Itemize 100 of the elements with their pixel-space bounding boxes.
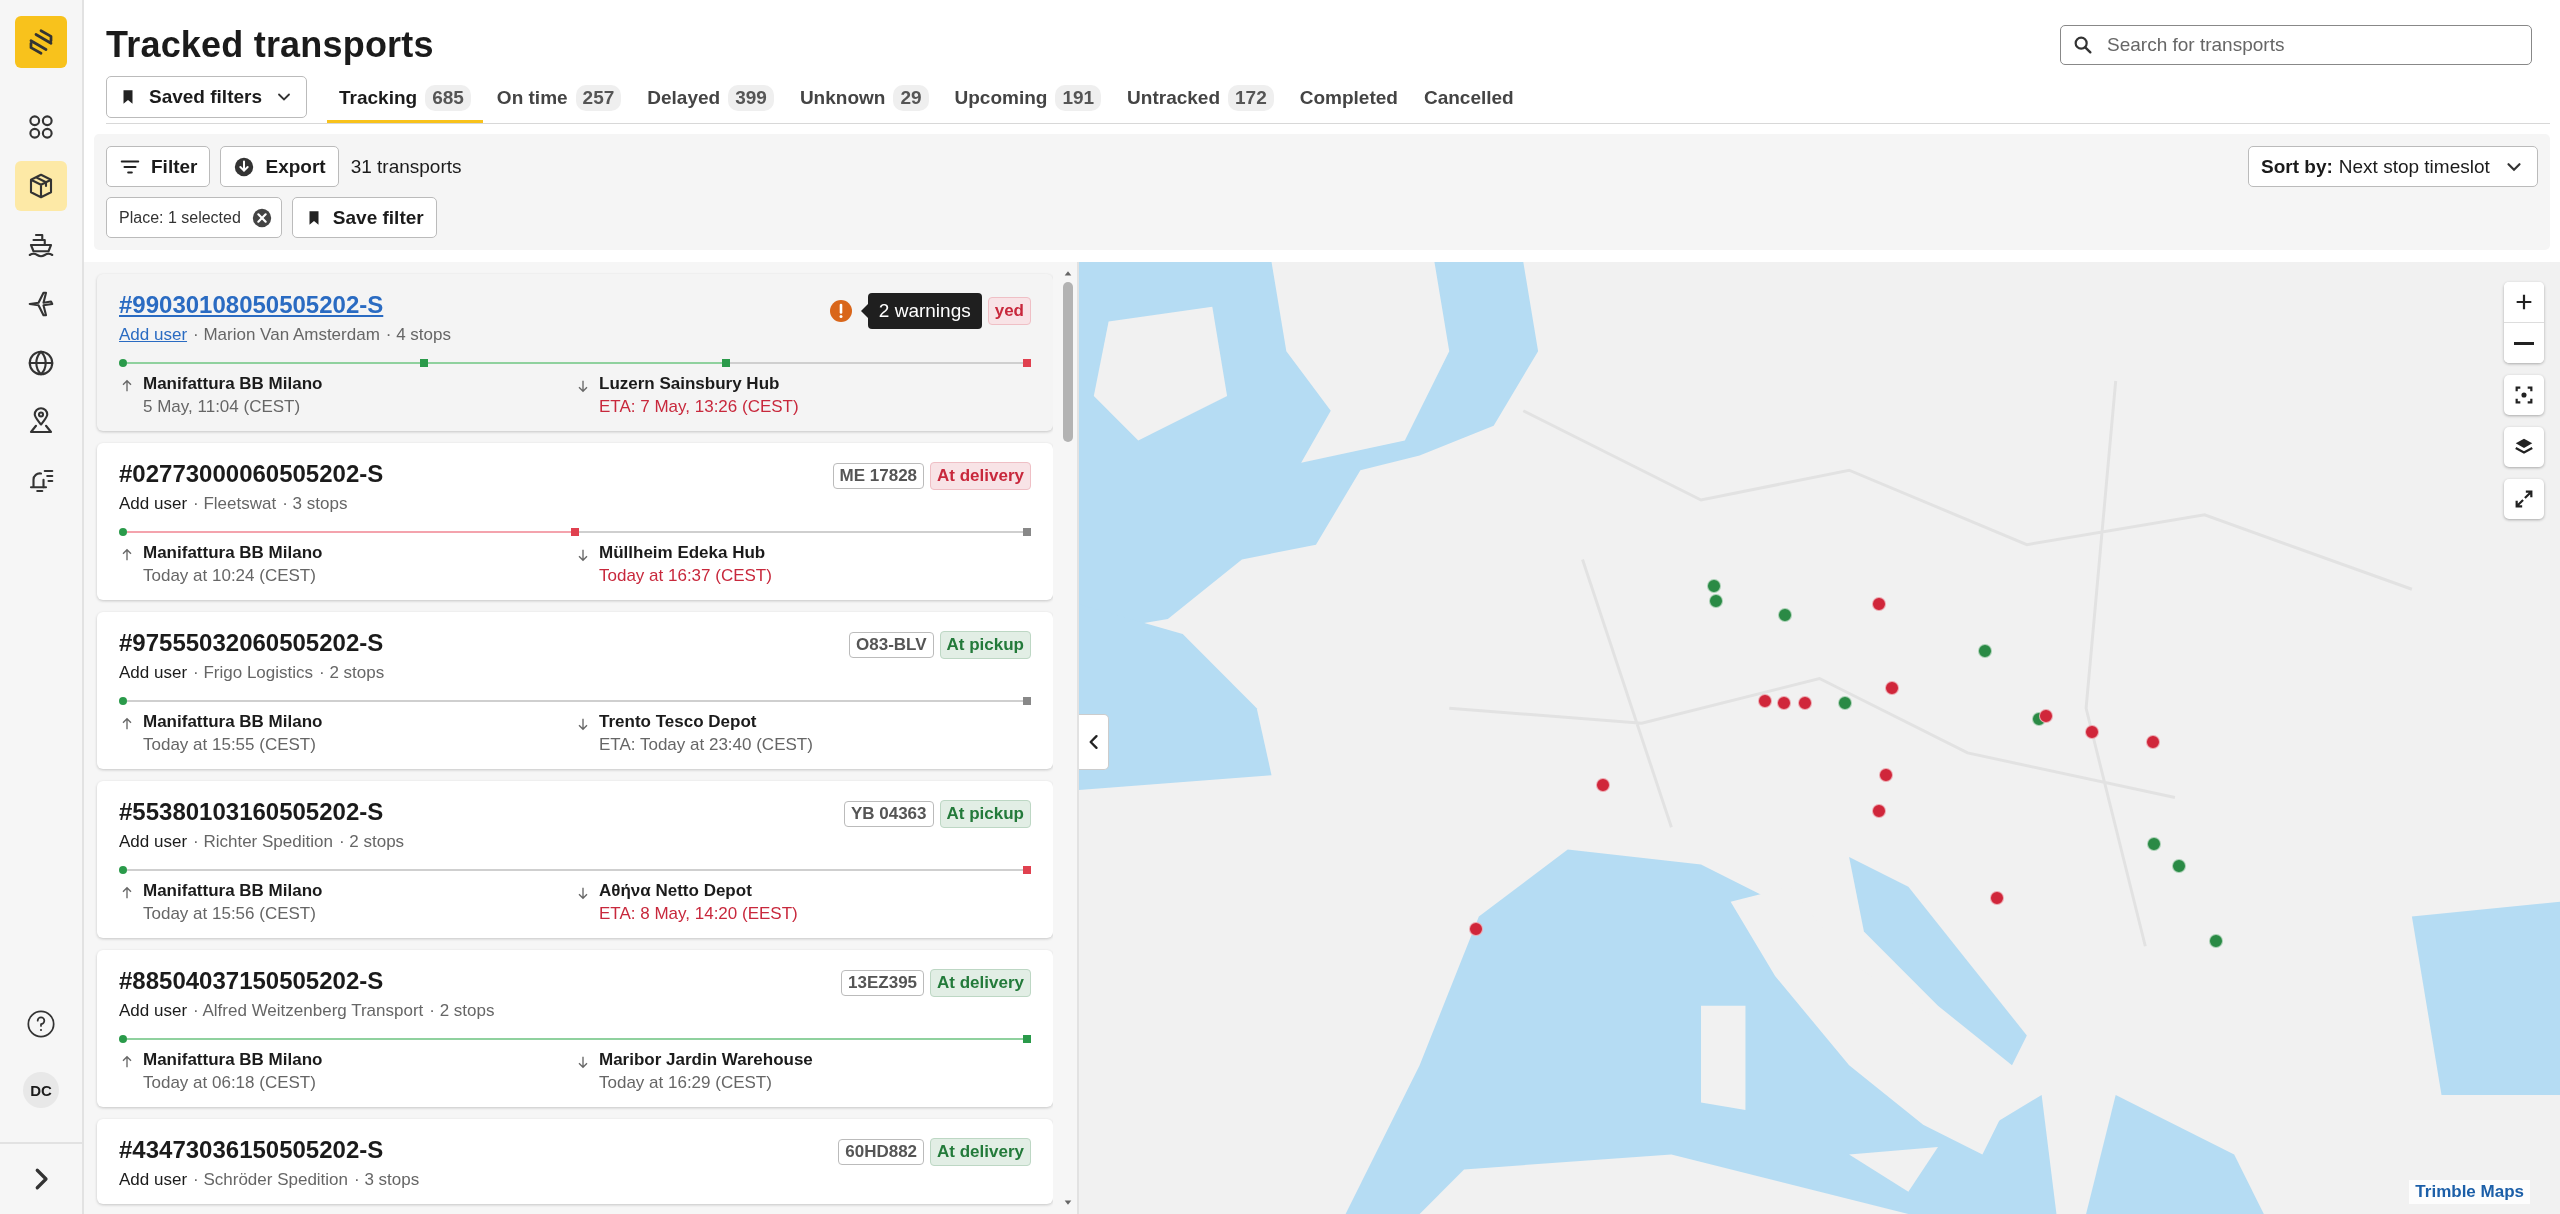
collapse-panel-button[interactable] (1079, 714, 1109, 770)
tab[interactable]: Delayed 399 (635, 76, 786, 123)
transport-card[interactable]: #02773000060505202-S Add user · Fleetswat · 3 stops ME 17828 At delivery Manifattura BB Milano Today at 10:24 (CEST) Müllheim Edeka Hub Today at 16:37 (CEST) (97, 443, 1053, 600)
transport-id: #02773000060505202-S (119, 460, 384, 488)
filter-chip[interactable]: Place: 1 selected (106, 197, 282, 238)
recenter-button[interactable] (2504, 375, 2544, 415)
add-user-link[interactable]: Add user (119, 1001, 188, 1021)
search-icon (2072, 34, 2094, 56)
transport-card[interactable]: #88504037150505202-S Add user · Alfred Weitzenberg Transport · 2 stops 13EZ395 At delivery Manifattura BB Milano Today at 06:18 (CEST) Maribor Jardin Warehouse Today at 16:29 (CEST) (97, 950, 1053, 1107)
apps-icon (26, 112, 56, 142)
tab[interactable]: Unknown 29 (787, 76, 941, 123)
page-title: Tracked transports (106, 24, 434, 66)
tooltip: 2 warnings (860, 293, 982, 329)
transport-id-link[interactable]: #99030108050505202-S (119, 291, 451, 319)
tab[interactable]: On time 257 (484, 76, 634, 123)
stop-time: Today at 15:56 (CEST) (143, 904, 317, 924)
filter-button[interactable]: Filter (106, 146, 211, 187)
stop-time: 5 May, 11:04 (CEST) (143, 397, 302, 417)
stop-count: · 4 stops (385, 325, 451, 345)
stop-time: Today at 06:18 (CEST) (143, 1073, 317, 1093)
add-user-link[interactable]: Add user (119, 832, 188, 852)
expand-icon (2513, 488, 2535, 510)
stop-name: Müllheim Edeka Hub (599, 543, 767, 563)
count-badge: 29 (893, 85, 929, 111)
carrier-name: · Schröder Spedition (193, 1170, 349, 1190)
result-count: 31 transports (350, 155, 462, 178)
stop-name: Αθήνα Netto Depot (599, 881, 753, 901)
tab[interactable]: Cancelled (1411, 76, 1526, 123)
tab[interactable]: Untracked 172 (1115, 76, 1286, 123)
stop-name: Manifattura BB Milano (143, 881, 323, 901)
add-user-link[interactable]: Add user (119, 663, 188, 683)
transport-card[interactable]: #97555032060505202-S Add user · Frigo Logistics · 2 stops O83-BLV At pickup Manifattura BB Milano Today at 15:55 (CEST) Trento Tesco Depot ETA: Today at 23:40 (CEST) (97, 612, 1053, 769)
zoom-in-button[interactable] (2504, 282, 2544, 322)
transport-id: #97555032060505202-S (119, 629, 385, 657)
count-badge: 191 (1055, 85, 1102, 111)
stop-count: · 2 stops (429, 1001, 495, 1021)
download-icon (233, 155, 256, 178)
stop-name: Manifattura BB Milano (143, 712, 323, 732)
search-field[interactable]: Search for transports (2060, 25, 2532, 65)
status-badge: At delivery (930, 1138, 1031, 1166)
count-badge: 399 (728, 85, 774, 111)
stop-name: Manifattura BB Milano (143, 1050, 323, 1070)
carrier-name: · Richter Spedition (193, 832, 333, 852)
carrier-name: · Frigo Logistics (193, 663, 314, 683)
transport-card[interactable]: #43473036150505202-S Add user · Schröder Spedition · 3 stops 60HD882 At delivery (97, 1119, 1053, 1204)
stop-time: Today at 16:37 (CEST) (599, 566, 772, 586)
stop-name: Luzern Sainsbury Hub (599, 374, 781, 394)
saved-filters-dropdown[interactable]: Saved filters (106, 76, 307, 118)
transport-card[interactable]: #55380103160505202-S Add user · Richter Spedition · 2 stops YB 04363 At pickup Manifattura BB Milano Today at 15:56 (CEST) Αθήνα Netto Depot ETA: 8 May, 14:20 (EEST) (97, 781, 1053, 938)
map-attribution: Trimble Maps (2409, 1180, 2530, 1204)
minus-icon (2514, 341, 2534, 345)
stop-name: Manifattura BB Milano (143, 374, 323, 394)
add-user-link[interactable]: Add user (119, 1170, 188, 1190)
add-user-link[interactable]: Add user (119, 494, 188, 514)
carrier-name: · Marion Van Amsterdam (193, 325, 380, 345)
warning-icon (828, 299, 853, 323)
add-user-link[interactable]: Add user (119, 325, 188, 345)
transport-id: #88504037150505202-S (119, 967, 385, 995)
logo-icon (15, 16, 67, 68)
export-button[interactable]: Export (220, 146, 339, 187)
sort-dropdown[interactable]: Sort by: Next stop timeslot (2248, 146, 2538, 187)
status-badge: At delivery (930, 969, 1031, 997)
tab[interactable]: Completed (1287, 76, 1410, 123)
transport-id: #43473036150505202-S (119, 1136, 385, 1164)
tab[interactable]: Upcoming 191 (942, 76, 1114, 123)
stop-time: ETA: Today at 23:40 (CEST) (599, 735, 813, 755)
status-badge: yed (987, 297, 1031, 325)
clear-icon[interactable] (250, 206, 273, 229)
user-avatar[interactable]: DC (23, 1072, 59, 1108)
count-badge: 257 (575, 85, 622, 111)
tab[interactable]: Tracking 685 (327, 76, 483, 123)
focus-icon (2513, 384, 2535, 406)
stop-count: · 2 stops (338, 832, 405, 852)
count-badge: 685 (425, 85, 471, 111)
scrollbar-thumb[interactable] (1063, 282, 1073, 442)
carrier-name: · Fleetswat (193, 494, 277, 514)
license-plate: 13EZ395 (841, 970, 925, 996)
carrier-name: · Alfred Weitzenberg Transport (193, 1001, 424, 1021)
stop-time: Today at 15:55 (CEST) (143, 735, 317, 755)
transport-card[interactable]: #99030108050505202-S Add user · Marion Van Amsterdam · 4 stops 2 warnings yed Manifattura BB Milano 5 May, 11:04 (CEST) Luzern Sainsbury Hub ETA: 7 May, 13:26 (CEST) (97, 274, 1053, 431)
status-badge: At delivery (930, 462, 1031, 490)
zoom-out-button[interactable] (2504, 323, 2544, 363)
transport-id: #55380103160505202-S (119, 798, 385, 826)
stop-count: · 3 stops (354, 1170, 420, 1190)
stop-name: Manifattura BB Milano (143, 543, 323, 563)
layers-button[interactable] (2504, 427, 2544, 467)
stop-time: Today at 10:24 (CEST) (143, 566, 317, 586)
save-filter-button[interactable]: Save filter (291, 197, 437, 238)
stop-name: Trento Tesco Depot (599, 712, 758, 732)
nav-item[interactable] (15, 161, 67, 211)
status-badge: At pickup (939, 631, 1031, 659)
plane-icon (26, 289, 56, 319)
stop-time: Today at 16:29 (CEST) (599, 1073, 773, 1093)
license-plate: O83-BLV (849, 632, 934, 658)
count-badge: 172 (1228, 85, 1274, 111)
globe-icon (26, 348, 56, 378)
stop-time: ETA: 7 May, 13:26 (CEST) (599, 397, 799, 417)
stop-name: Maribor Jardin Warehouse (599, 1050, 813, 1070)
stop-count: · 3 stops (282, 494, 348, 514)
fullscreen-button[interactable] (2504, 479, 2544, 519)
